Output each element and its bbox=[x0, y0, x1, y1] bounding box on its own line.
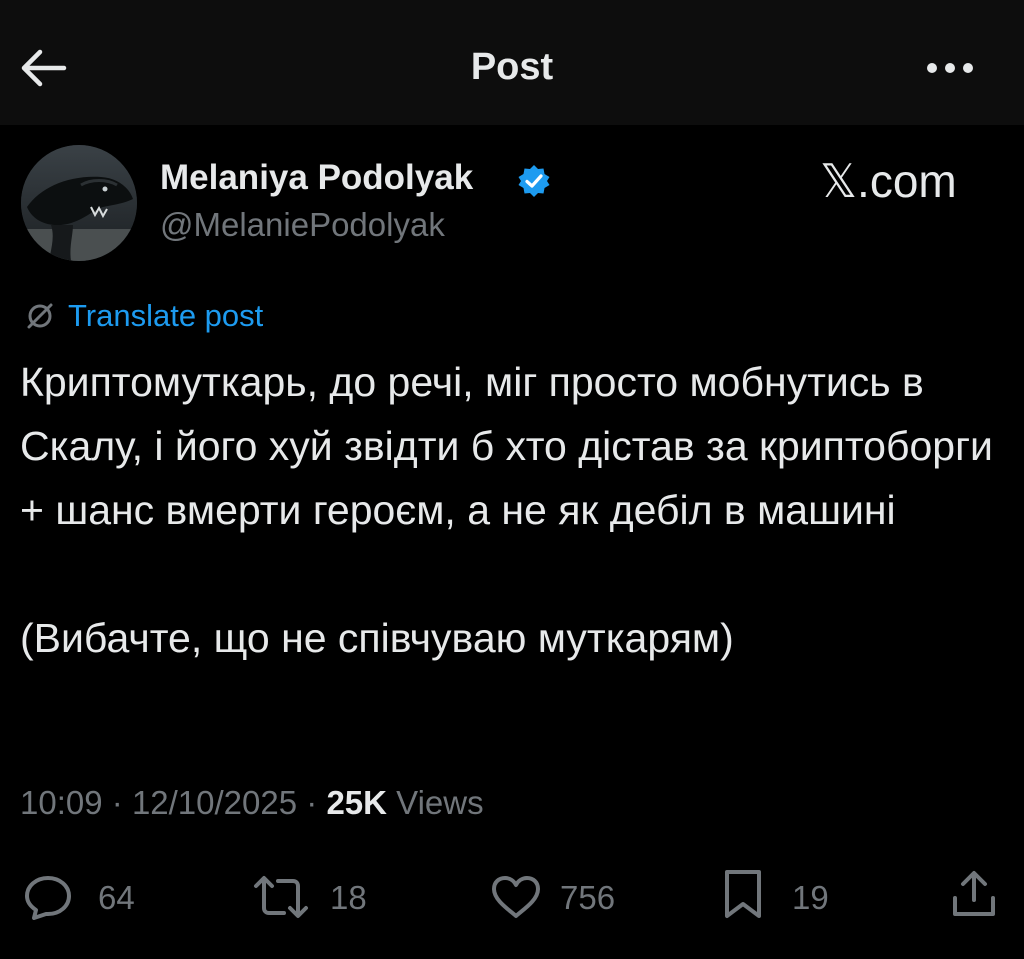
translate-icon bbox=[27, 303, 53, 329]
bookmark-count: 19 bbox=[792, 879, 829, 916]
like-count: 756 bbox=[560, 879, 616, 916]
bookmark-button[interactable]: 19 bbox=[722, 862, 842, 932]
bookmark-icon bbox=[725, 870, 761, 918]
share-button[interactable] bbox=[950, 862, 1000, 932]
avatar-image bbox=[21, 145, 137, 261]
page-title: Post bbox=[470, 46, 554, 88]
reply-icon bbox=[25, 876, 71, 920]
more-options-button[interactable] bbox=[918, 58, 982, 78]
tweet-paragraph: (Вибачте, що не співчуваю муткарям) bbox=[20, 615, 734, 661]
action-bar: 64 18 756 19 bbox=[0, 862, 1024, 932]
reply-count: 64 bbox=[98, 879, 135, 916]
views-label: Views bbox=[396, 784, 484, 821]
top-bar: Post bbox=[0, 0, 1024, 125]
repost-count: 18 bbox=[330, 879, 367, 916]
translate-post-link[interactable]: Translate post bbox=[68, 298, 263, 334]
share-icon bbox=[953, 871, 995, 916]
author-name[interactable]: Melaniya Podolyak bbox=[160, 158, 473, 198]
separator: · bbox=[306, 784, 318, 821]
heart-icon bbox=[492, 876, 540, 918]
repost-icon bbox=[254, 876, 308, 918]
tweet-date[interactable]: 12/10/2025 bbox=[132, 784, 297, 821]
author-handle[interactable]: @MelaniePodolyak bbox=[160, 206, 445, 244]
separator: · bbox=[111, 784, 123, 821]
tweet-time[interactable]: 10:09 bbox=[20, 784, 103, 821]
like-button[interactable]: 756 bbox=[490, 862, 630, 932]
verified-badge-icon bbox=[518, 165, 550, 197]
watermark: 𝕏.com bbox=[820, 155, 957, 207]
views-count[interactable]: 25K bbox=[326, 784, 387, 821]
tweet-text: Криптомуткарь, до речі, міг просто мобну… bbox=[20, 350, 1010, 670]
tweet-paragraph: Криптомуткарь, до речі, міг просто мобну… bbox=[20, 359, 993, 533]
tweet-meta: 10:09 · 12/10/2025 · 25K Views bbox=[20, 784, 484, 822]
avatar[interactable] bbox=[21, 145, 137, 261]
reply-button[interactable]: 64 bbox=[22, 862, 152, 932]
more-horizontal-icon bbox=[927, 63, 973, 73]
repost-button[interactable]: 18 bbox=[252, 862, 382, 932]
